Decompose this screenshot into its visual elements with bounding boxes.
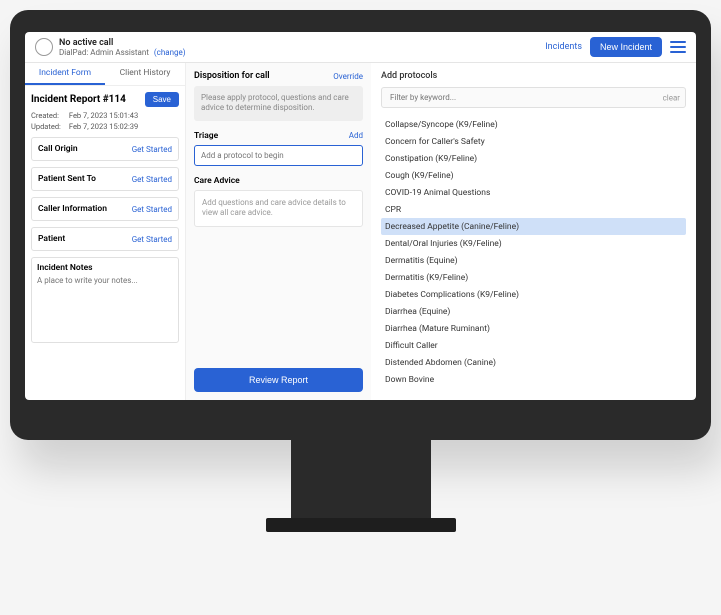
- protocol-item[interactable]: Dermatitis (K9/Feline): [381, 269, 686, 286]
- disposition-title: Disposition for call: [194, 71, 270, 81]
- incident-notes-card: Incident Notes: [31, 257, 179, 343]
- incidents-link[interactable]: Incidents: [545, 42, 582, 52]
- save-button[interactable]: Save: [145, 92, 179, 107]
- protocol-filter-input[interactable]: [381, 87, 686, 108]
- call-status-title: No active call: [59, 38, 545, 48]
- protocols-title: Add protocols: [381, 71, 686, 81]
- avatar: [35, 38, 53, 56]
- dialpad-label: DialPad: Admin Assistant: [59, 48, 149, 57]
- menu-icon[interactable]: [670, 41, 686, 53]
- report-title: Incident Report #114: [31, 94, 126, 105]
- top-bar: No active call DialPad: Admin Assistant …: [25, 32, 696, 63]
- section-card[interactable]: Caller Information Get Started: [31, 197, 179, 221]
- protocol-item[interactable]: Dyspnea (Canine/Feline): [381, 388, 686, 392]
- get-started-link[interactable]: Get Started: [132, 175, 172, 184]
- clear-filter-button[interactable]: clear: [663, 93, 680, 102]
- disposition-placeholder: Please apply protocol, questions and car…: [194, 86, 363, 121]
- section-label: Call Origin: [38, 144, 78, 154]
- protocol-item[interactable]: Down Bovine: [381, 371, 686, 388]
- get-started-link[interactable]: Get Started: [132, 145, 172, 154]
- protocol-item[interactable]: Diarrhea (Equine): [381, 303, 686, 320]
- notes-label: Incident Notes: [37, 263, 173, 273]
- protocol-item[interactable]: Constipation (K9/Feline): [381, 150, 686, 167]
- protocol-item[interactable]: Concern for Caller's Safety: [381, 133, 686, 150]
- get-started-link[interactable]: Get Started: [132, 205, 172, 214]
- created-value: Feb 7, 2023 15:01:43: [69, 111, 138, 120]
- created-row: Created: Feb 7, 2023 15:01:43: [31, 111, 179, 120]
- protocol-item[interactable]: Decreased Appetite (Canine/Feline): [381, 218, 686, 235]
- updated-row: Updated: Feb 7, 2023 15:02:39: [31, 122, 179, 131]
- protocol-item[interactable]: Distended Abdomen (Canine): [381, 354, 686, 371]
- protocol-item[interactable]: COVID-19 Animal Questions: [381, 184, 686, 201]
- tab-client-history[interactable]: Client History: [105, 63, 185, 85]
- protocol-item[interactable]: Collapse/Syncope (K9/Feline): [381, 116, 686, 133]
- get-started-link[interactable]: Get Started: [132, 235, 172, 244]
- protocol-item[interactable]: Diarrhea (Mature Ruminant): [381, 320, 686, 337]
- call-status-sub: DialPad: Admin Assistant (change): [59, 48, 545, 57]
- section-label: Caller Information: [38, 204, 107, 214]
- monitor-stand-neck: [291, 435, 431, 525]
- triage-title: Triage: [194, 131, 218, 141]
- updated-label: Updated:: [31, 122, 67, 131]
- protocol-item[interactable]: Difficult Caller: [381, 337, 686, 354]
- protocol-item[interactable]: Dermatitis (Equine): [381, 252, 686, 269]
- tab-incident-form[interactable]: Incident Form: [25, 63, 105, 85]
- section-label: Patient Sent To: [38, 174, 96, 184]
- review-report-button[interactable]: Review Report: [194, 368, 363, 392]
- triage-add-link[interactable]: Add: [349, 131, 363, 140]
- protocol-item[interactable]: Diabetes Complications (K9/Feline): [381, 286, 686, 303]
- protocol-item[interactable]: CPR: [381, 201, 686, 218]
- left-column: Incident Form Client History Incident Re…: [25, 63, 186, 400]
- override-link[interactable]: Override: [333, 72, 363, 81]
- section-card[interactable]: Patient Sent To Get Started: [31, 167, 179, 191]
- triage-input[interactable]: [194, 145, 363, 166]
- care-placeholder: Add questions and care advice details to…: [194, 190, 363, 227]
- updated-value: Feb 7, 2023 15:02:39: [69, 122, 138, 131]
- right-column: Add protocols clear Collapse/Syncope (K9…: [371, 63, 696, 400]
- section-card[interactable]: Call Origin Get Started: [31, 137, 179, 161]
- created-label: Created:: [31, 111, 67, 120]
- new-incident-button[interactable]: New Incident: [590, 37, 662, 57]
- notes-textarea[interactable]: [37, 276, 173, 334]
- protocol-list[interactable]: Collapse/Syncope (K9/Feline)Concern for …: [381, 116, 686, 392]
- monitor-stand-base: [266, 518, 456, 532]
- change-link[interactable]: (change): [154, 48, 186, 57]
- call-status-block: No active call DialPad: Admin Assistant …: [59, 38, 545, 57]
- section-label: Patient: [38, 234, 65, 244]
- middle-column: Disposition for call Override Please app…: [186, 63, 371, 400]
- care-title: Care Advice: [194, 176, 240, 186]
- protocol-item[interactable]: Cough (K9/Feline): [381, 167, 686, 184]
- protocol-item[interactable]: Dental/Oral Injuries (K9/Feline): [381, 235, 686, 252]
- tabs: Incident Form Client History: [25, 63, 185, 86]
- section-card[interactable]: Patient Get Started: [31, 227, 179, 251]
